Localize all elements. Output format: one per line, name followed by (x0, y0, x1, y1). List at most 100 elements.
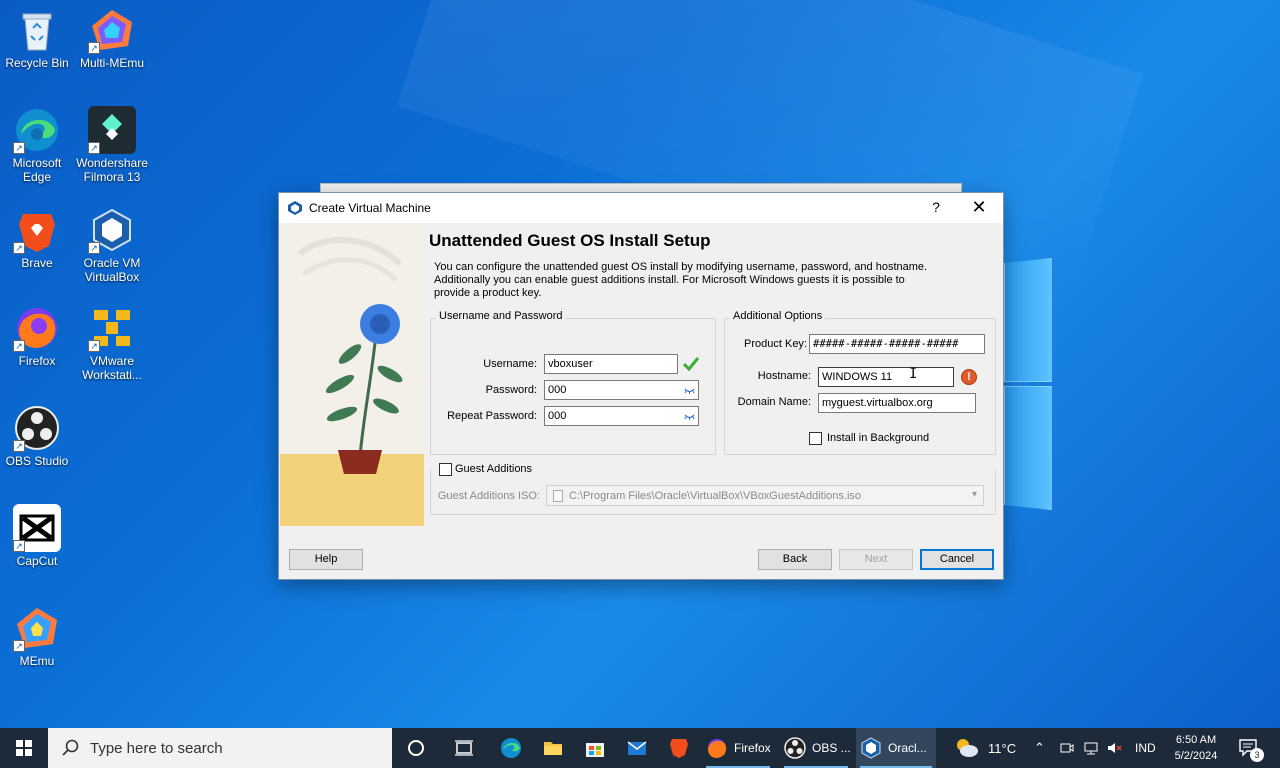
desktop-icon-recycle-bin[interactable]: Recycle Bin (1, 6, 73, 70)
multi-memu-icon: ↗ (88, 6, 136, 54)
repeat-password-label: Repeat Password: (447, 410, 537, 422)
password-field[interactable]: 000 (544, 380, 699, 400)
cancel-button[interactable]: Cancel (920, 549, 994, 570)
dialog-button-bar: Help Back Next Cancel (280, 541, 1002, 579)
taskbar-edge[interactable] (494, 728, 528, 768)
taskbar-obs[interactable]: OBS ... (780, 728, 852, 768)
language-indicator[interactable]: IND (1135, 728, 1156, 768)
shortcut-arrow-icon: ↗ (13, 142, 25, 154)
taskbar-store[interactable] (578, 728, 612, 768)
hostname-label: Hostname: (757, 370, 811, 382)
start-button[interactable] (0, 728, 48, 768)
file-explorer-icon (544, 742, 562, 755)
product-key-field[interactable]: #####-#####-#####-##### (809, 334, 985, 354)
virtualbox-icon: ↗ (88, 206, 136, 254)
dialog-title: Create Virtual Machine (309, 201, 431, 215)
desktop-icon-edge[interactable]: ↗ Microsoft Edge (1, 106, 73, 184)
desktop-icon-multi-memu[interactable]: ↗ Multi-MEmu (76, 6, 148, 70)
weather-temp: 11°C (988, 740, 1017, 756)
notification-center-button[interactable]: 3 (1238, 728, 1264, 768)
help-button[interactable]: Help (289, 549, 363, 570)
create-vm-dialog: Create Virtual Machine ? ✕ Unattended Gu… (278, 192, 1004, 580)
desktop-icon-label: Multi-MEmu (79, 56, 144, 70)
taskbar-file-explorer[interactable] (536, 728, 570, 768)
shortcut-arrow-icon: ↗ (13, 440, 25, 452)
desktop-icon-label: Recycle Bin (5, 56, 69, 70)
product-key-label: Product Key: (744, 338, 807, 350)
desktop-icon-capcut[interactable]: ↗ CapCut (1, 504, 73, 568)
desktop-icon-obs[interactable]: ↗ OBS Studio (1, 404, 73, 468)
firefox-icon: ↗ (13, 304, 61, 352)
password-value: 000 (548, 384, 567, 396)
help-icon[interactable]: ? (929, 199, 943, 215)
desktop-icon-label: MEmu (19, 654, 55, 668)
desktop-icon-firefox[interactable]: ↗ Firefox (1, 304, 73, 368)
shortcut-arrow-icon: ↗ (13, 540, 25, 552)
clock-date: 5/2/2024 (1174, 750, 1218, 762)
close-icon[interactable]: ✕ (969, 197, 989, 218)
domain-name-field[interactable]: myguest.virtualbox.org (818, 393, 976, 413)
desktop-icon-label: Microsoft Edge (12, 156, 62, 184)
desktop-icon-virtualbox[interactable]: ↗ Oracle VM VirtualBox (76, 206, 148, 284)
meet-now-icon[interactable] (1060, 728, 1074, 768)
weather-widget[interactable]: 11°C (954, 728, 1016, 768)
file-icon (553, 490, 563, 502)
memu-icon: ↗ (13, 604, 61, 652)
filmora-icon: ↗ (88, 106, 136, 154)
page-description: You can configure the unattended guest O… (434, 261, 928, 299)
taskbar-firefox-label: Firefox (734, 741, 771, 755)
credentials-legend: Username and Password (436, 310, 566, 322)
username-field[interactable]: vboxuser (544, 354, 678, 374)
dialog-content: Unattended Guest OS Install Setup You ca… (429, 231, 999, 300)
firefox-icon (708, 739, 727, 758)
password-label: Password: (485, 384, 537, 396)
task-view-button[interactable] (448, 728, 480, 768)
desktop-icon-label: Brave (21, 256, 53, 270)
edge-icon (501, 738, 521, 758)
chevron-down-icon: ▾ (971, 489, 977, 500)
volume-button[interactable] (1107, 728, 1123, 768)
guest-additions-iso-value: C:\Program Files\Oracle\VirtualBox\VBoxG… (569, 490, 862, 502)
shortcut-arrow-icon: ↗ (13, 640, 25, 652)
credentials-group: Username and Password Username: vboxuser… (430, 310, 716, 455)
taskbar-firefox[interactable]: Firefox (702, 728, 774, 768)
edge-icon: ↗ (13, 106, 61, 154)
taskbar-search-box[interactable]: Type here to search (48, 728, 392, 768)
repeat-password-field[interactable]: 000 (544, 406, 699, 426)
virtualbox-icon (861, 737, 881, 759)
install-in-background-checkbox[interactable] (809, 432, 822, 445)
shortcut-arrow-icon: ↗ (13, 242, 25, 254)
desktop-icon-memu[interactable]: ↗ MEmu (1, 604, 73, 668)
show-hidden-icons-button[interactable]: ⌃ (1034, 728, 1045, 768)
taskbar-brave[interactable] (662, 728, 696, 768)
show-password-icon[interactable] (684, 411, 695, 421)
next-button[interactable]: Next (839, 549, 913, 570)
taskbar-clock[interactable]: 6:50 AM 5/2/2024 (1166, 732, 1226, 764)
brave-icon (670, 739, 688, 758)
taskbar-mail[interactable] (620, 728, 654, 768)
text-cursor-icon: I (909, 366, 918, 382)
network-icon (1084, 742, 1098, 755)
notification-count-badge: 3 (1250, 748, 1264, 762)
desktop-icon-filmora[interactable]: ↗ Wondershare Filmora 13 (76, 106, 148, 184)
install-in-background-label[interactable]: Install in Background (827, 432, 929, 444)
desktop-icon-vmware[interactable]: ↗ VMware Workstati... (76, 304, 148, 382)
desktop-icon-label: Firefox (18, 354, 56, 368)
page-title: Unattended Guest OS Install Setup (429, 231, 711, 250)
hostname-field[interactable]: WINDOWS 11 (818, 367, 954, 387)
taskbar-virtualbox-label: Oracl... (888, 741, 927, 755)
desktop-icon-brave[interactable]: ↗ Brave (1, 206, 73, 270)
back-button[interactable]: Back (758, 549, 832, 570)
network-icon-button[interactable] (1083, 728, 1099, 768)
show-password-icon[interactable] (684, 385, 695, 395)
guest-additions-iso-label: Guest Additions ISO: (437, 490, 540, 502)
windows-logo-wallpaper (1004, 258, 1054, 510)
cortana-button[interactable] (400, 728, 432, 768)
desktop-icon-label: VMware Workstati... (82, 354, 142, 382)
taskbar-virtualbox[interactable]: Oracl... (856, 728, 936, 768)
wizard-side-illustration (280, 224, 424, 526)
dialog-titlebar[interactable]: Create Virtual Machine ? ✕ (279, 193, 1003, 223)
vmware-icon: ↗ (88, 304, 136, 352)
taskbar-obs-label: OBS ... (812, 741, 851, 755)
guest-additions-iso-select[interactable]: C:\Program Files\Oracle\VirtualBox\VBoxG… (546, 485, 984, 506)
